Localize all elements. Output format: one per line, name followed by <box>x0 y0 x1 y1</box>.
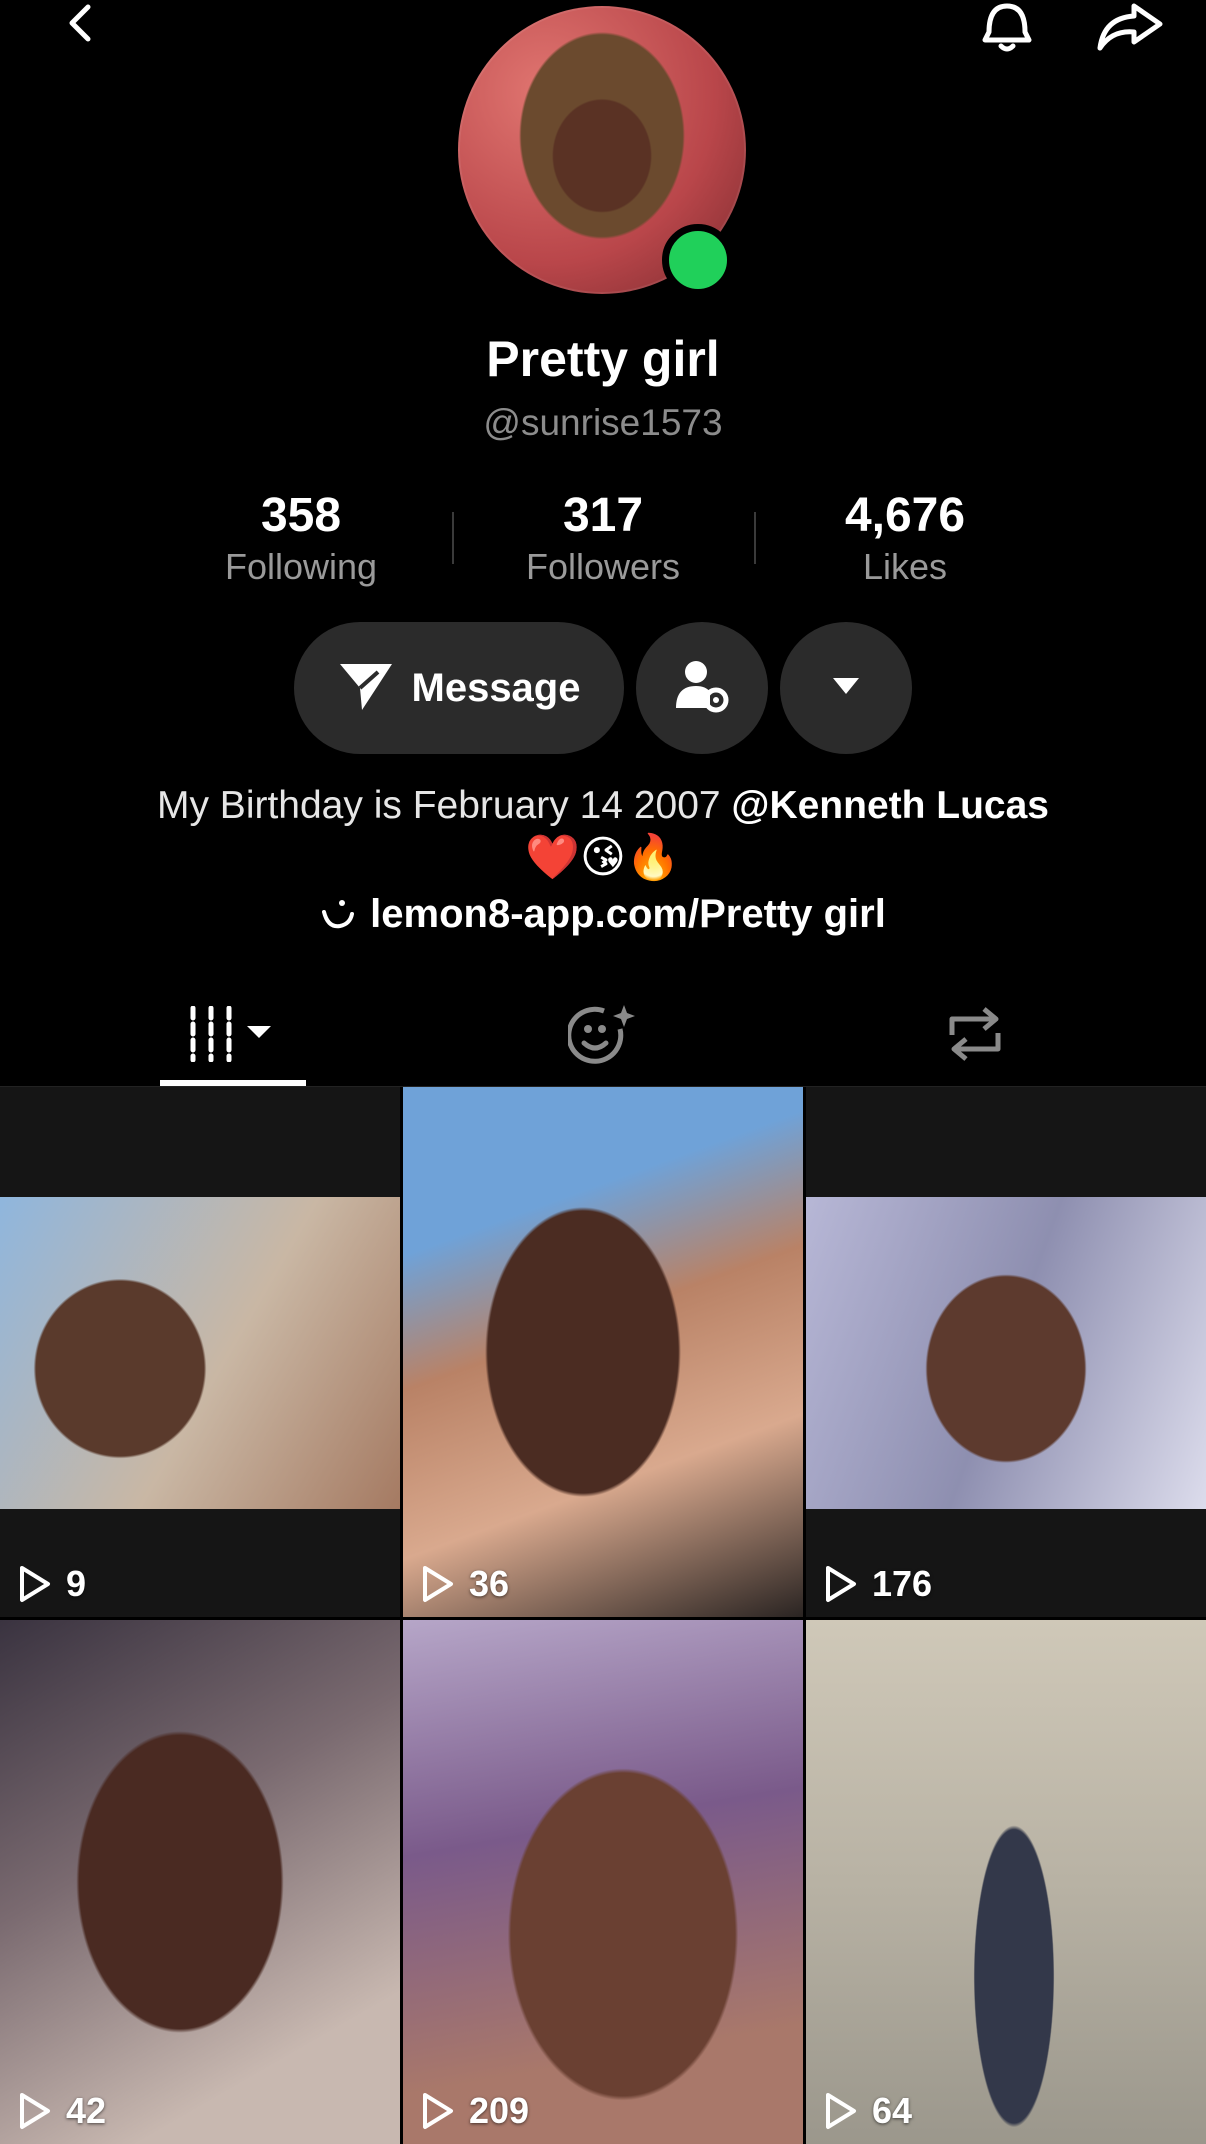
stat-divider <box>452 512 454 564</box>
profile-stats: 358 Following 317 Followers 4,676 Likes <box>150 488 1056 598</box>
following-label: Following <box>224 546 378 587</box>
bio-body: My Birthday is February 14 2007 <box>156 784 732 827</box>
bell-icon[interactable] <box>972 0 1042 54</box>
more-dropdown-button[interactable] <box>780 622 912 754</box>
thumbnail-image <box>0 1620 400 2144</box>
bio-text: My Birthday is February 14 2007 @Kenneth… <box>0 780 1206 832</box>
video-thumbnail[interactable]: 42 <box>0 1620 400 2144</box>
followers-label: Followers <box>525 546 681 587</box>
likes-count: 4,676 <box>844 489 966 542</box>
username: @sunrise1573 <box>483 402 723 443</box>
video-thumbnail[interactable]: 64 <box>806 1620 1206 2144</box>
bio-mention[interactable]: @Kenneth Lucas <box>731 784 1049 827</box>
view-count-text: 36 <box>469 1563 510 1604</box>
bio-link[interactable]: lemon8-app.com/Pretty girl <box>0 886 1206 942</box>
view-count-text: 64 <box>872 2090 913 2131</box>
stat-divider <box>754 512 756 564</box>
view-count-text: 42 <box>66 2090 107 2131</box>
lemon8-smile-icon <box>320 896 356 932</box>
view-count: 209 <box>421 2090 529 2132</box>
stat-following[interactable]: 358 Following <box>150 488 452 598</box>
bio-emojis: ❤️😘🔥 <box>525 833 681 882</box>
avatar[interactable] <box>458 6 746 296</box>
bio-link-text: lemon8-app.com/Pretty girl <box>370 892 886 936</box>
message-button[interactable]: Message <box>294 622 624 754</box>
video-grid: 9 36 176 42 209 64 <box>0 1087 1206 2144</box>
view-count: 42 <box>18 2090 106 2132</box>
view-count: 176 <box>824 1563 932 1605</box>
view-count-text: 176 <box>872 1563 933 1604</box>
followers-count: 317 <box>562 489 644 542</box>
repost-icon <box>942 1005 1008 1068</box>
view-count-text: 209 <box>469 2090 530 2131</box>
thumbnail-image <box>806 1620 1206 2144</box>
back-arrow-icon[interactable] <box>50 0 110 50</box>
caret-down-icon <box>831 676 861 701</box>
tab-favorites[interactable] <box>540 986 666 1086</box>
thumbnail-image <box>0 1197 400 1509</box>
likes-label: Likes <box>862 546 948 587</box>
thumbnail-image <box>403 1087 803 1617</box>
view-count: 36 <box>421 1563 509 1605</box>
tab-reposts[interactable] <box>912 986 1038 1086</box>
following-count: 358 <box>260 489 342 542</box>
thumbnail-image <box>806 1197 1206 1509</box>
thumbnail-image <box>403 1620 803 2144</box>
tab-videos[interactable] <box>160 986 306 1086</box>
sparkle-face-icon <box>566 1003 638 1070</box>
grid-icon <box>185 1005 281 1067</box>
video-thumbnail[interactable]: 36 <box>403 1087 803 1617</box>
send-icon <box>338 660 394 717</box>
video-thumbnail[interactable]: 9 <box>0 1087 400 1617</box>
view-count: 9 <box>18 1563 86 1605</box>
active-tab-indicator <box>160 1080 306 1086</box>
message-label: Message <box>411 665 581 710</box>
friend-settings-button[interactable] <box>636 622 768 754</box>
video-thumbnail[interactable]: 209 <box>403 1620 803 2144</box>
video-thumbnail[interactable]: 176 <box>806 1087 1206 1617</box>
profile-actions: Message <box>0 622 1206 754</box>
display-name: Pretty girl <box>486 331 720 387</box>
user-settings-icon <box>672 656 732 721</box>
online-status-dot <box>662 224 734 296</box>
view-count-text: 9 <box>66 1563 87 1604</box>
content-tabs <box>0 986 1206 1087</box>
share-icon[interactable] <box>1090 0 1170 54</box>
stat-likes[interactable]: 4,676 Likes <box>754 488 1056 598</box>
view-count: 64 <box>824 2090 912 2132</box>
stat-followers[interactable]: 317 Followers <box>452 488 754 598</box>
